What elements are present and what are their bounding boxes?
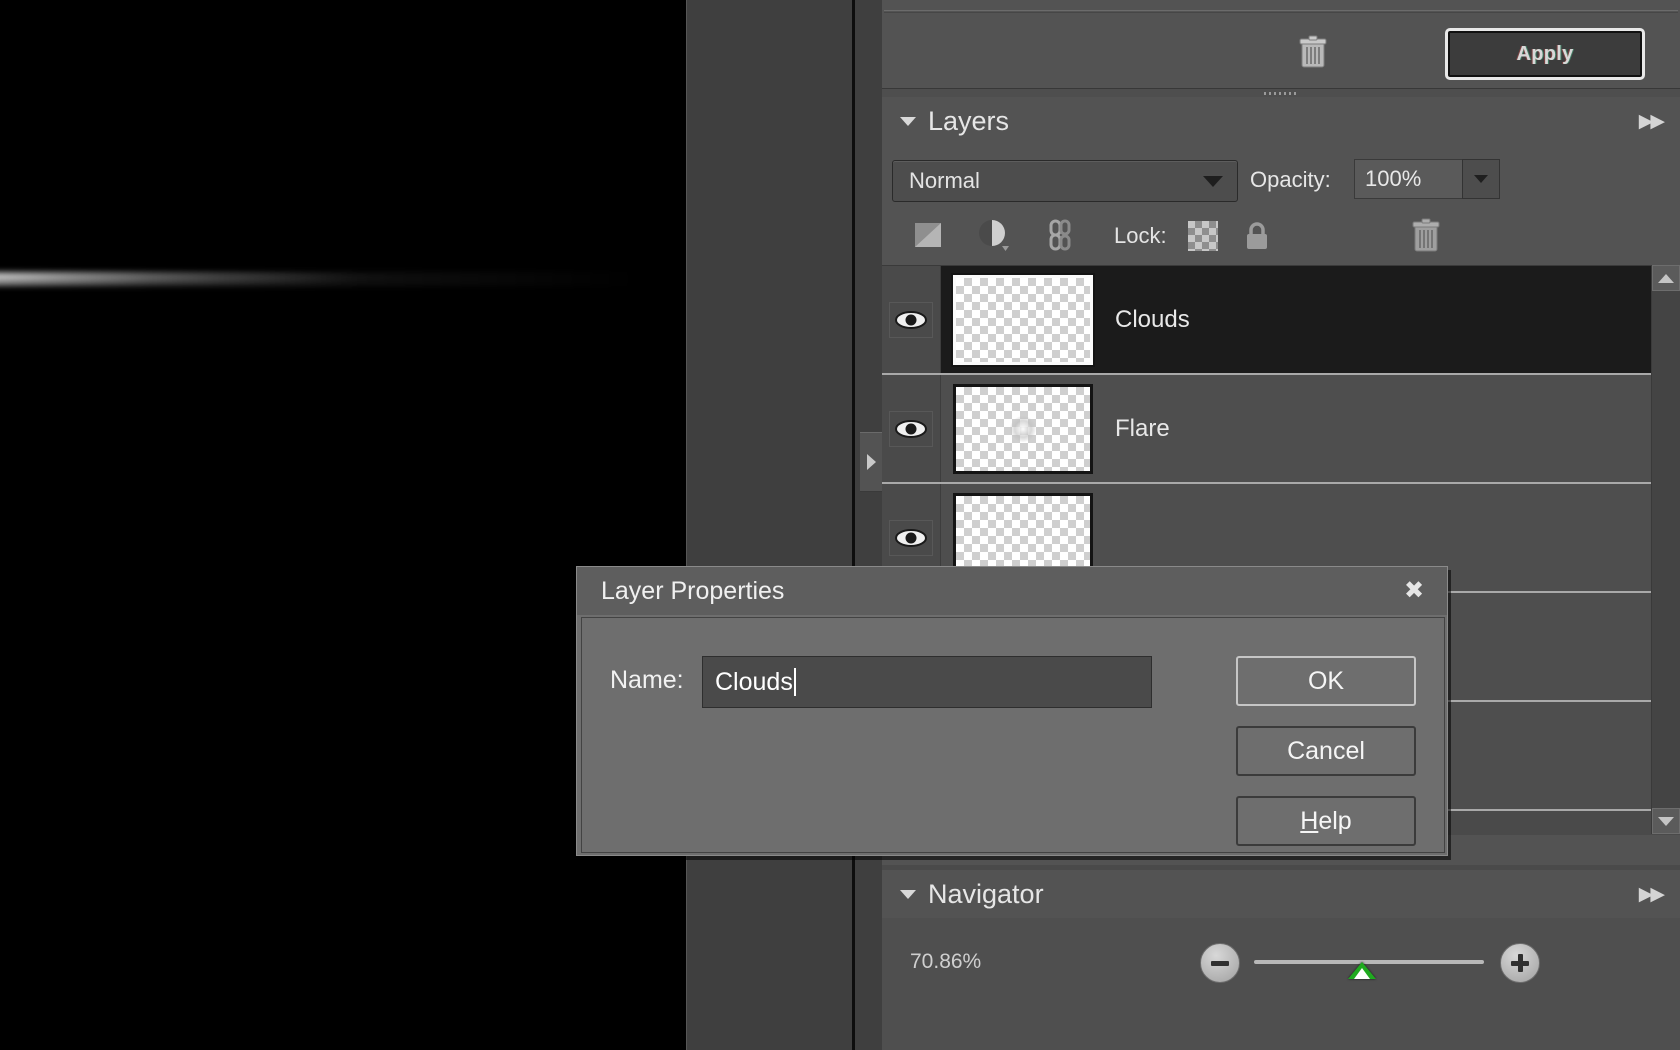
table-row[interactable]: Clouds	[882, 266, 1680, 375]
navigator-panel-title: Navigator	[928, 878, 1044, 909]
layer-properties-dialog[interactable]: Layer Properties ✖ Name: Clouds OK Cance…	[576, 566, 1448, 856]
triangle-down-icon[interactable]	[900, 116, 916, 126]
cancel-button[interactable]: Cancel	[1236, 726, 1416, 776]
layers-panel-header[interactable]: Layers ▶▶	[882, 97, 1680, 146]
panel-menu-icon[interactable]: ▶▶	[1639, 110, 1665, 133]
eye-icon[interactable]	[889, 519, 933, 556]
opacity-input[interactable]: 100%	[1354, 159, 1464, 199]
dialog-title: Layer Properties	[601, 576, 785, 605]
navigator-body: 70.86%	[882, 918, 1680, 1050]
lock-label: Lock:	[1114, 223, 1167, 248]
lock-transparency-checker-icon[interactable]	[1188, 221, 1218, 251]
panel-menu-icon[interactable]: ▶▶	[1639, 883, 1665, 906]
grip-handle-icon	[1264, 92, 1298, 95]
dialog-title-bar[interactable]: Layer Properties ✖	[577, 567, 1447, 615]
layer-visibility-cell[interactable]	[882, 375, 941, 482]
dock-left-margin	[855, 0, 882, 1050]
divider	[884, 10, 1678, 11]
blend-mode-select[interactable]: Normal	[892, 160, 1238, 202]
table-row[interactable]: Flare	[882, 375, 1680, 484]
triangle-down-icon[interactable]	[900, 889, 916, 899]
zoom-in-icon[interactable]	[1500, 943, 1540, 983]
right-dock: Apply Layers ▶▶ Normal Opacity: 100% Loc…	[882, 0, 1680, 1050]
navigator-panel: Navigator ▶▶ 70.86%	[882, 865, 1680, 1050]
opacity-dropdown-button[interactable]	[1462, 159, 1500, 199]
zoom-out-icon[interactable]	[1200, 943, 1240, 983]
layer-visibility-cell[interactable]	[882, 266, 941, 373]
layer-mask-icon[interactable]	[908, 215, 948, 255]
blend-mode-value: Normal	[909, 168, 980, 193]
scroll-up-arrow-icon[interactable]	[1652, 265, 1680, 291]
layer-thumbnail[interactable]	[951, 272, 1095, 367]
layers-panel-title: Layers	[928, 105, 1010, 136]
layer-name[interactable]: Clouds	[1115, 306, 1190, 334]
opacity-label: Opacity:	[1250, 167, 1331, 192]
layer-name-input-value: Clouds	[715, 667, 793, 696]
help-label-rest: elp	[1318, 806, 1352, 835]
adjustments-footer-row: Apply	[884, 12, 1678, 86]
document-canvas[interactable]	[0, 0, 686, 1050]
text-cursor	[793, 668, 796, 696]
adjustments-panel: Apply	[882, 0, 1680, 88]
adjustment-layer-icon[interactable]	[974, 215, 1014, 255]
panel-expand-arrow-icon[interactable]	[860, 432, 882, 492]
link-layers-icon[interactable]	[1040, 215, 1080, 255]
lock-row: Lock:	[882, 207, 1680, 263]
layer-name[interactable]: Flare	[1115, 415, 1170, 443]
caret-down-icon	[1203, 175, 1223, 187]
trash-icon[interactable]	[1299, 35, 1327, 69]
layer-list-scrollbar[interactable]	[1651, 265, 1680, 834]
eye-icon[interactable]	[889, 301, 933, 338]
triangle-up-icon	[1658, 273, 1674, 283]
zoom-slider-handle-inner	[1354, 968, 1370, 979]
navigator-panel-header[interactable]: Navigator ▶▶	[882, 870, 1680, 919]
layer-name-input[interactable]: Clouds	[702, 656, 1152, 708]
lock-all-padlock-icon[interactable]	[1240, 219, 1274, 253]
triangle-right-icon	[866, 454, 876, 470]
help-accel-letter: H	[1300, 806, 1319, 835]
scroll-down-arrow-icon[interactable]	[1652, 808, 1680, 834]
dialog-body: Name: Clouds OK Cancel Help	[581, 617, 1445, 853]
photoshop-window: Apply Layers ▶▶ Normal Opacity: 100% Loc…	[0, 0, 1680, 1050]
layers-controls: Normal Opacity: 100% Lock:	[882, 145, 1680, 265]
zoom-percent-value[interactable]: 70.86%	[910, 950, 981, 974]
help-button[interactable]: Help	[1236, 796, 1416, 846]
minus-glyph	[1211, 960, 1229, 966]
ok-button[interactable]: OK	[1236, 656, 1416, 706]
triangle-down-icon	[1658, 816, 1674, 826]
name-label: Name:	[610, 666, 684, 694]
apply-button[interactable]: Apply	[1445, 28, 1645, 80]
thumbnail-flare-preview	[1010, 415, 1036, 442]
caret-down-icon	[1474, 175, 1488, 183]
lens-flare-core	[0, 272, 640, 286]
opacity-value: 100%	[1365, 166, 1422, 191]
close-icon[interactable]: ✖	[1401, 579, 1427, 605]
eye-icon[interactable]	[889, 410, 933, 447]
plus-glyph-v	[1517, 954, 1523, 972]
trash-icon[interactable]	[1412, 217, 1440, 253]
layer-thumbnail[interactable]	[953, 383, 1093, 474]
